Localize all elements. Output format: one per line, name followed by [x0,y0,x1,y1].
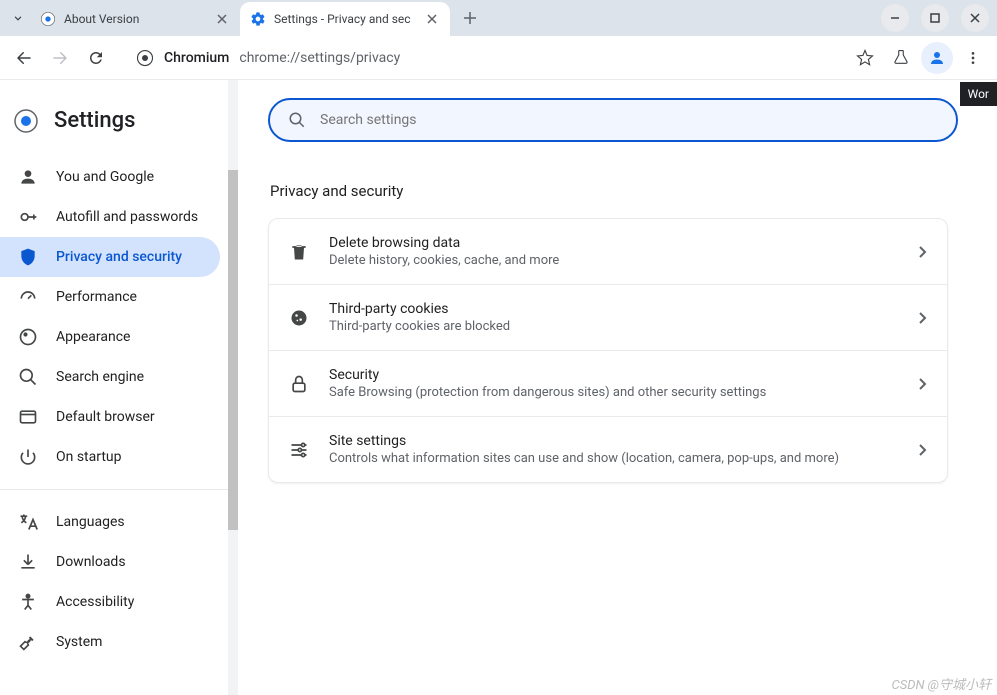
scrollbar-thumb[interactable] [228,170,238,530]
reload-button[interactable] [80,42,112,74]
row-site-settings[interactable]: Site settings Controls what information … [269,417,947,482]
chevron-right-icon [919,246,927,258]
trash-icon [289,242,309,262]
sidebar-item-label: On startup [56,449,122,465]
labs-button[interactable] [885,42,917,74]
sidebar-item-label: You and Google [56,169,154,185]
sidebar-item-label: Search engine [56,369,144,385]
sidebar-item-label: System [56,634,102,650]
maximize-button[interactable] [921,4,949,32]
chromium-icon [40,11,56,27]
forward-button[interactable] [44,42,76,74]
sidebar-item-default-browser[interactable]: Default browser [0,397,220,437]
bookmark-button[interactable] [849,42,881,74]
back-button[interactable] [8,42,40,74]
sidebar-item-label: Accessibility [56,594,134,610]
download-icon [18,552,38,572]
gear-icon [250,11,266,27]
search-icon [288,111,306,129]
chevron-right-icon [919,378,927,390]
sidebar-item-label: Appearance [56,329,130,345]
sidebar-item-autofill[interactable]: Autofill and passwords [0,197,220,237]
minimize-button[interactable] [881,4,909,32]
search-input[interactable] [320,112,938,128]
tune-icon [289,440,309,460]
row-subtitle: Third-party cookies are blocked [329,319,899,334]
profile-button[interactable] [921,42,953,74]
tab-title: Settings - Privacy and sec [274,12,418,26]
row-title: Site settings [329,433,899,449]
toolbar: Chromium chrome://settings/privacy [0,36,997,80]
tab-strip: About Version Settings - Privacy and sec [0,0,997,36]
search-icon [18,367,38,387]
chromium-icon [14,109,38,133]
close-icon[interactable] [214,11,230,27]
person-icon [18,167,38,187]
sidebar-item-label: Performance [56,289,137,305]
chromium-icon [136,49,154,67]
browser-icon [18,407,38,427]
row-subtitle: Safe Browsing (protection from dangerous… [329,385,899,400]
cookie-icon [289,308,309,328]
sidebar-item-performance[interactable]: Performance [0,277,220,317]
sidebar-item-system[interactable]: System [0,622,220,662]
sidebar-item-accessibility[interactable]: Accessibility [0,582,220,622]
row-title: Security [329,367,899,383]
sidebar-item-privacy[interactable]: Privacy and security [0,237,220,277]
tab-search-dropdown[interactable] [6,6,30,30]
chevron-right-icon [919,312,927,324]
tab-settings-privacy[interactable]: Settings - Privacy and sec [240,2,450,36]
divider [0,489,228,490]
sidebar-item-label: Languages [56,514,125,530]
sidebar-item-label: Downloads [56,554,126,570]
sidebar-item-you-and-google[interactable]: You and Google [0,157,220,197]
row-third-party-cookies[interactable]: Third-party cookies Third-party cookies … [269,285,947,351]
section-title: Privacy and security [270,182,967,200]
tab-about-version[interactable]: About Version [30,2,240,36]
sidebar-item-search-engine[interactable]: Search engine [0,357,220,397]
translate-icon [18,512,38,532]
sidebar-item-languages[interactable]: Languages [0,502,220,542]
speedometer-icon [18,287,38,307]
sidebar-item-downloads[interactable]: Downloads [0,542,220,582]
sidebar-item-on-startup[interactable]: On startup [0,437,220,477]
row-title: Delete browsing data [329,235,899,251]
content: Settings You and Google Autofill and pas… [0,80,997,695]
privacy-card: Delete browsing data Delete history, coo… [268,218,948,483]
close-window-button[interactable] [961,4,989,32]
row-delete-browsing-data[interactable]: Delete browsing data Delete history, coo… [269,219,947,285]
key-icon [18,207,38,227]
row-title: Third-party cookies [329,301,899,317]
power-icon [18,447,38,467]
wrench-icon [18,632,38,652]
watermark: CSDN @守城小轩 [892,674,992,693]
main-content: Privacy and security Delete browsing dat… [238,80,997,695]
palette-icon [18,327,38,347]
row-subtitle: Controls what information sites can use … [329,451,899,466]
scrollbar[interactable] [228,80,238,695]
omnibox[interactable]: Chromium chrome://settings/privacy [124,41,837,75]
omnibox-url: chrome://settings/privacy [239,50,400,66]
row-security[interactable]: Security Safe Browsing (protection from … [269,351,947,417]
sidebar: Settings You and Google Autofill and pas… [0,80,228,695]
window-controls [881,4,989,32]
lock-icon [289,374,309,394]
row-subtitle: Delete history, cookies, cache, and more [329,253,899,268]
page-title: Settings [54,108,135,133]
sidebar-item-label: Autofill and passwords [56,209,198,225]
new-tab-button[interactable] [456,4,484,32]
settings-header: Settings [0,98,228,157]
search-settings[interactable] [268,98,958,142]
menu-button[interactable] [957,42,989,74]
accessibility-icon [18,592,38,612]
close-icon[interactable] [424,11,440,27]
tooltip: Wor [960,82,997,106]
sidebar-item-label: Privacy and security [56,249,182,265]
sidebar-item-label: Default browser [56,409,155,425]
chevron-right-icon [919,444,927,456]
omnibox-chip: Chromium [164,50,229,66]
shield-icon [18,247,38,267]
sidebar-item-appearance[interactable]: Appearance [0,317,220,357]
tab-title: About Version [64,12,208,26]
